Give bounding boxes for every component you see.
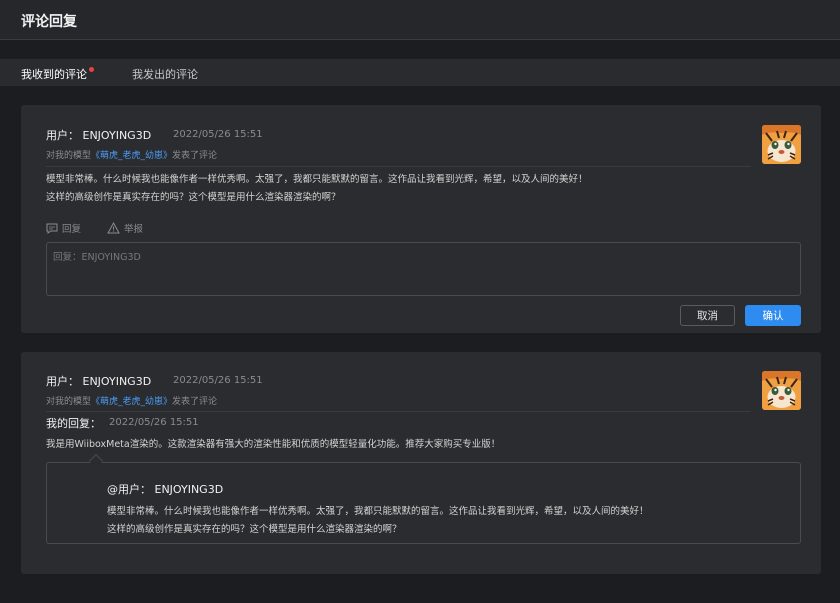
my-reply-text: 我是用WiiboxMeta渲染的。这款渲染器有强大的渲染性能和优质的模型轻量化功…: [46, 439, 501, 450]
comment-meta: 对我的模型《萌虎_老虎_幼崽》发表了评论: [46, 394, 217, 407]
report-action[interactable]: 举报: [107, 221, 143, 235]
meta-prefix: 对我的模型: [46, 151, 92, 161]
quoted-user: @用户： ENJOYING3D: [107, 483, 224, 496]
tab-bar: 我收到的评论 我发出的评论: [0, 59, 840, 86]
my-reply-label: 我的回复：: [46, 417, 101, 430]
comment-date: 2022/05/26 15:51: [173, 375, 263, 386]
comment-card: 用户： ENJOYING3D 2022/05/26 15:51 对我的模型《萌虎…: [21, 352, 821, 574]
divider: [46, 411, 751, 412]
comment-card: 用户： ENJOYING3D 2022/05/26 15:51 对我的模型《萌虎…: [21, 105, 821, 333]
page-header: 评论回复: [0, 0, 840, 40]
quoted-text-line: 这样的高级创作是真实存在的吗？这个模型是用什么渲染器渲染的啊？: [107, 524, 402, 535]
my-reply-date: 2022/05/26 15:51: [109, 417, 199, 428]
model-link[interactable]: 《萌虎_老虎_幼崽》: [91, 397, 172, 407]
comment-icon: [46, 223, 58, 234]
meta-prefix: 对我的模型: [46, 397, 92, 407]
quoted-text: 模型非常棒。什么时候我也能像作者一样优秀啊。太强了，我都只能默默的留言。这作品让…: [107, 503, 649, 539]
reply-action-label: 回复: [62, 224, 82, 235]
meta-suffix: 发表了评论: [172, 397, 218, 407]
reply-action[interactable]: 回复: [46, 221, 81, 235]
warning-icon: [107, 222, 120, 234]
report-action-label: 举报: [124, 224, 144, 235]
quoted-comment: @用户： ENJOYING3D 模型非常棒。什么时候我也能像作者一样优秀啊。太强…: [46, 462, 801, 544]
meta-suffix: 发表了评论: [172, 151, 218, 161]
comment-meta: 对我的模型《萌虎_老虎_幼崽》发表了评论: [46, 148, 217, 161]
quoted-text-line: 模型非常棒。什么时候我也能像作者一样优秀啊。太强了，我都只能默默的留言。这作品让…: [107, 506, 649, 517]
tiger-avatar-icon[interactable]: [762, 125, 801, 164]
confirm-button[interactable]: 确认: [745, 305, 801, 326]
comment-user: 用户： ENJOYING3D: [46, 129, 152, 142]
tab-received-comments[interactable]: 我收到的评论: [21, 66, 87, 82]
page-title: 评论回复: [21, 14, 77, 30]
comment-text-line: 这样的高级创作是真实存在的吗？这个模型是用什么渲染器渲染的啊？: [46, 192, 341, 203]
reply-input[interactable]: 回复：ENJOYING3D: [46, 242, 801, 296]
divider: [46, 166, 751, 167]
tab-sent-comments[interactable]: 我发出的评论: [132, 66, 198, 82]
cancel-button[interactable]: 取消: [680, 305, 735, 326]
notification-dot: [89, 67, 94, 72]
comment-user: 用户： ENJOYING3D: [46, 375, 152, 388]
reply-placeholder: 回复：ENJOYING3D: [53, 252, 141, 263]
comment-date: 2022/05/26 15:51: [173, 129, 263, 140]
tiger-avatar-icon[interactable]: [762, 371, 801, 410]
model-link[interactable]: 《萌虎_老虎_幼崽》: [91, 151, 172, 161]
comment-text-line: 模型非常棒。什么时候我也能像作者一样优秀啊。太强了，我都只能默默的留言。这作品让…: [46, 174, 588, 185]
comment-text: 模型非常棒。什么时候我也能像作者一样优秀啊。太强了，我都只能默默的留言。这作品让…: [46, 171, 588, 207]
